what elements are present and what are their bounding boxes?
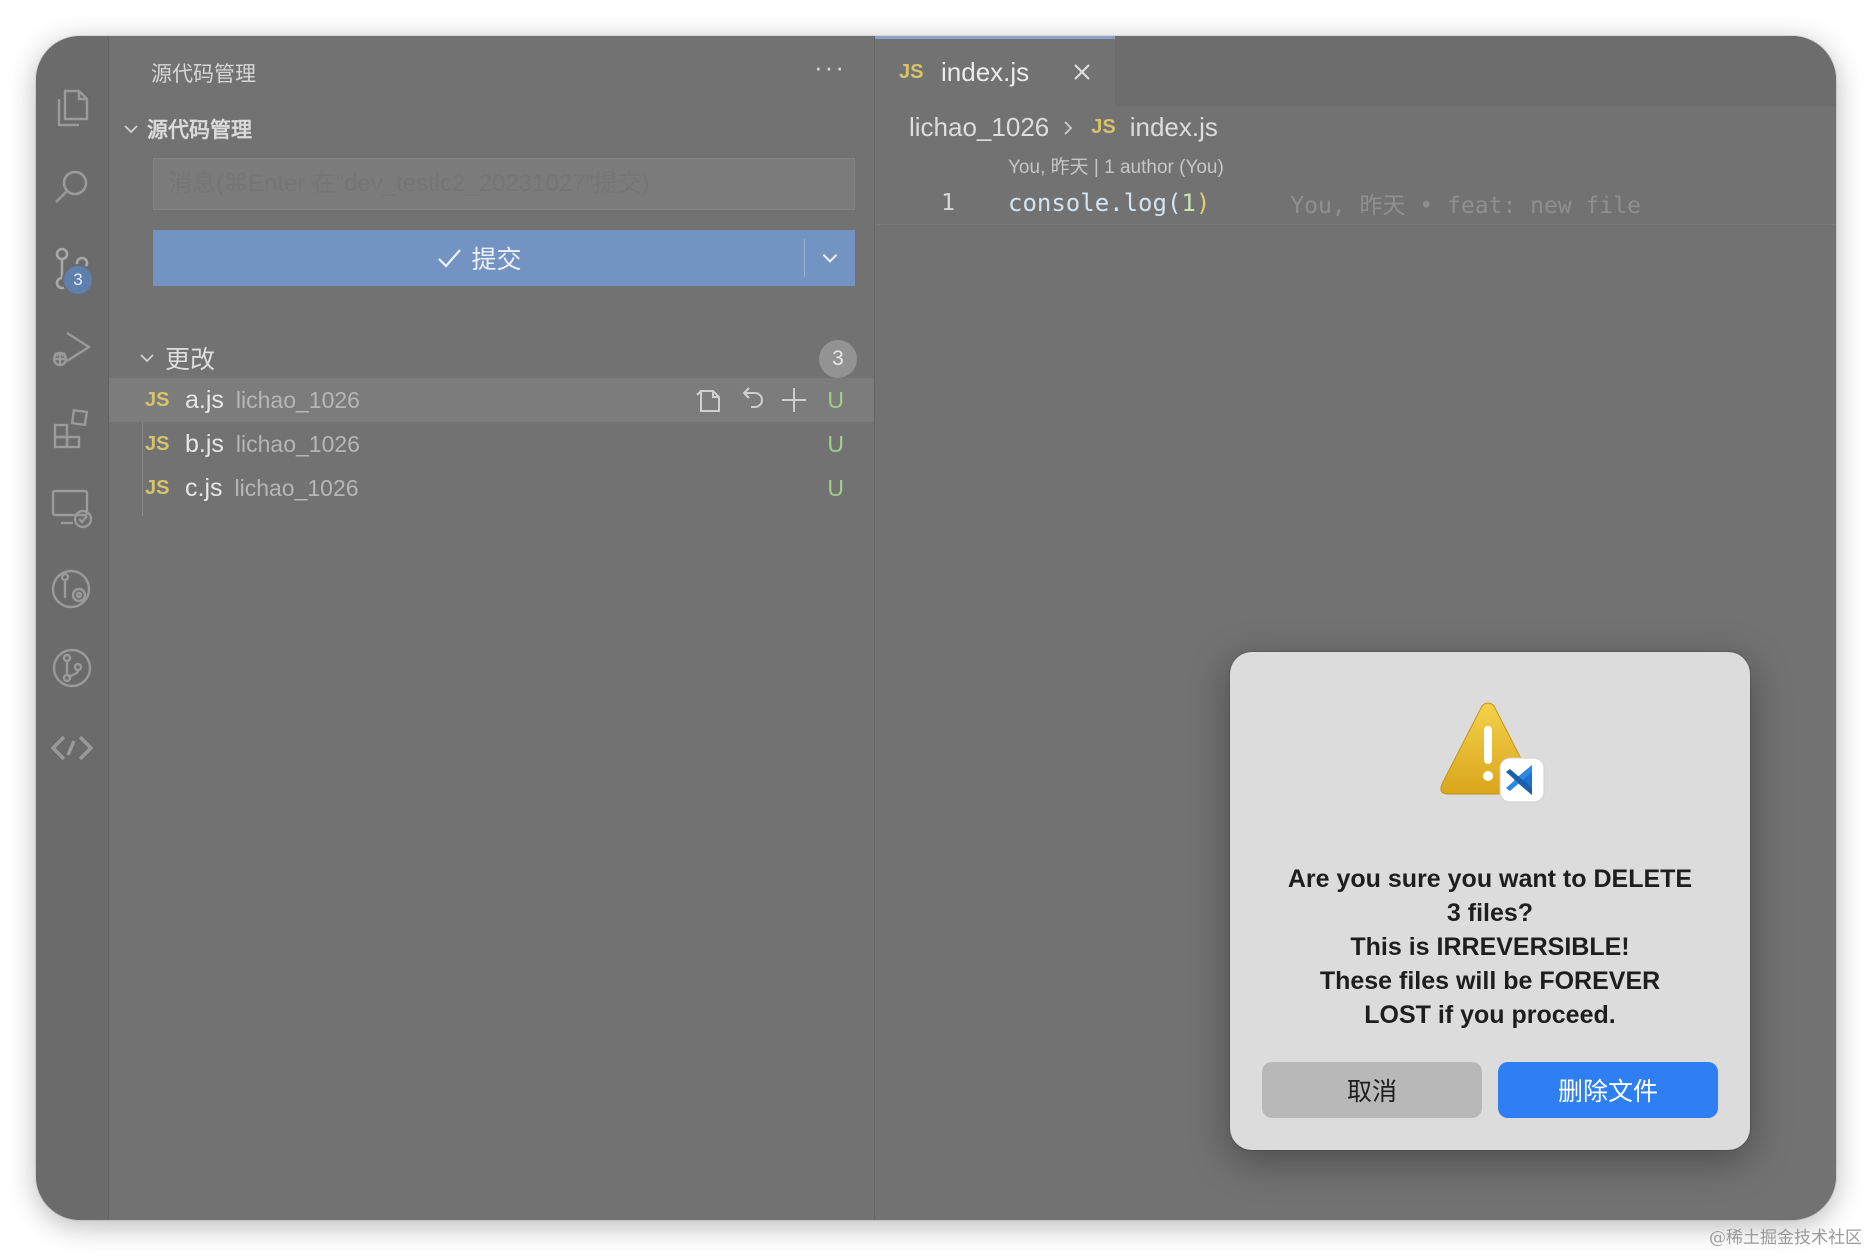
commit-button[interactable]: 提交: [153, 230, 804, 286]
file-row-a[interactable]: JS a.js lichao_1026 U: [109, 378, 874, 422]
js-file-icon: JS: [145, 388, 170, 411]
tab-label: index.js: [941, 57, 1030, 87]
js-file-icon: JS: [145, 476, 170, 499]
scm-section-header[interactable]: 源代码管理: [121, 114, 252, 144]
chevron-down-icon: [140, 354, 154, 363]
code-fn: console.log(: [1008, 189, 1182, 217]
code-number: 1: [1181, 189, 1196, 217]
changes-count-badge: 3: [819, 340, 857, 378]
blame-codelens[interactable]: You, 昨天 | 1 author (You): [1008, 152, 1224, 179]
file-path: lichao_1026: [234, 474, 359, 501]
vscode-window: 3 源代码管理 ··· 源代码管理 消息(⌘Enter 在“dev_testlc…: [36, 36, 1836, 1220]
file-path: lichao_1026: [235, 386, 360, 413]
commit-message-input[interactable]: [153, 158, 855, 210]
activity-bar: 3: [36, 36, 109, 1220]
discard-changes-icon[interactable]: [735, 383, 769, 417]
file-row-c[interactable]: JS c.js lichao_1026 U: [109, 466, 874, 510]
delete-confirm-dialog: Are you sure you want to DELETE 3 files?…: [1230, 652, 1750, 1150]
commit-button-group: 提交: [153, 230, 855, 286]
warning-icon: [1440, 702, 1545, 803]
js-file-icon: JS: [1091, 116, 1116, 138]
chevron-right-icon: [1064, 120, 1073, 135]
delete-files-button[interactable]: 删除文件: [1498, 1062, 1718, 1118]
tab-index-js[interactable]: JS index.js: [875, 36, 1115, 106]
row-actions: U: [693, 383, 844, 417]
changes-group-header[interactable]: 更改 3: [137, 338, 857, 378]
more-actions-button[interactable]: ···: [814, 52, 846, 83]
file-status: U: [827, 474, 844, 501]
run-debug-icon[interactable]: [36, 312, 108, 384]
commit-dropdown-button[interactable]: [805, 230, 855, 286]
chevron-down-icon: [822, 253, 838, 263]
remote-explorer-icon[interactable]: [36, 472, 108, 544]
line-number: 1: [941, 190, 955, 216]
file-name: b.js: [185, 429, 224, 458]
search-icon[interactable]: [36, 152, 108, 224]
code-paren: ): [1195, 189, 1211, 217]
live-share-icon[interactable]: [36, 712, 108, 784]
files-icon[interactable]: [36, 72, 108, 144]
file-path: lichao_1026: [235, 430, 360, 457]
js-file-icon: JS: [145, 432, 170, 455]
file-status: U: [827, 386, 844, 413]
sidebar-title: 源代码管理: [151, 63, 256, 86]
breadcrumb: lichao_1026 JS index.js: [909, 112, 1218, 143]
changed-files-list: JS a.js lichao_1026 U JS b.js lichao_102…: [109, 378, 874, 510]
code-line[interactable]: 1 console.log(1) You, 昨天 • feat: new fil…: [875, 182, 1836, 225]
file-row-b[interactable]: JS b.js lichao_1026 U: [109, 422, 874, 466]
file-name: c.js: [185, 473, 223, 502]
file-name: a.js: [185, 385, 224, 414]
scm-badge: 3: [62, 264, 94, 296]
scm-sidebar: 源代码管理 ··· 源代码管理 提交 更改 3 JS a.: [109, 36, 875, 1220]
chevron-down-icon: [124, 125, 138, 134]
watermark: @稀土掘金技术社区: [1709, 1228, 1862, 1248]
timeline-icon[interactable]: [36, 552, 108, 624]
js-file-icon: JS: [899, 61, 924, 83]
dialog-message: Are you sure you want to DELETE 3 files?…: [1287, 865, 1693, 1029]
file-status: U: [827, 430, 844, 457]
breadcrumb-file[interactable]: index.js: [1130, 112, 1218, 143]
close-icon[interactable]: [1067, 57, 1097, 87]
section-title: 源代码管理: [147, 119, 252, 142]
code-text: console.log(1): [1008, 189, 1210, 217]
inline-blame: You, 昨天 • feat: new file: [1290, 193, 1641, 219]
stage-changes-icon[interactable]: [777, 383, 811, 417]
git-graph-icon[interactable]: [36, 632, 108, 704]
commit-label: 提交: [471, 246, 522, 274]
extensions-icon[interactable]: [36, 392, 108, 464]
changes-label: 更改: [165, 346, 216, 374]
tab-bar: [1115, 36, 1836, 106]
open-file-icon[interactable]: [693, 383, 727, 417]
source-control-icon[interactable]: 3: [36, 232, 108, 304]
check-icon: [438, 249, 462, 268]
breadcrumb-folder[interactable]: lichao_1026: [909, 112, 1049, 143]
cancel-button[interactable]: 取消: [1262, 1062, 1482, 1118]
